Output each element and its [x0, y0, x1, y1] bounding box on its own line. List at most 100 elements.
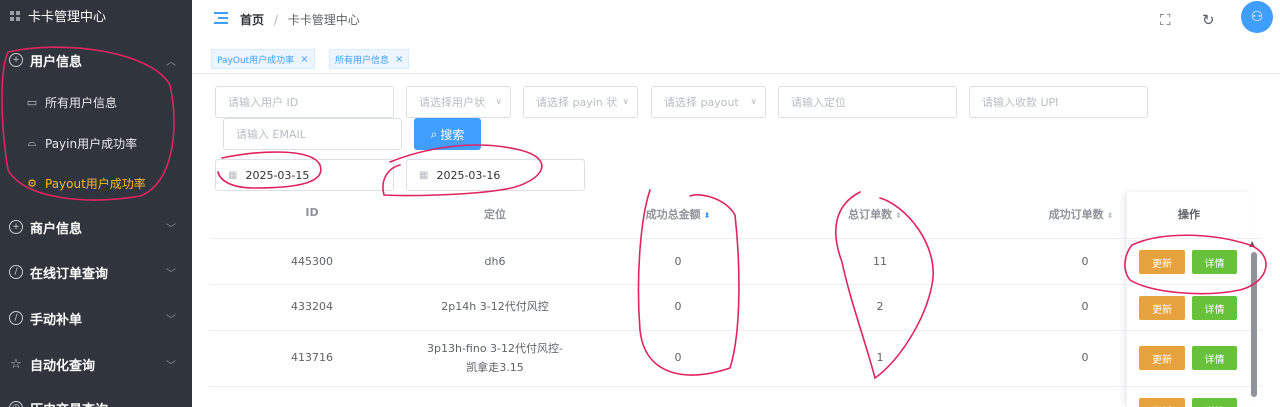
select-placeholder: 请选择 payout 状: [664, 96, 742, 109]
location-input[interactable]: 请输入定位: [778, 86, 957, 118]
plus-circle-icon: +: [9, 53, 23, 67]
sidebar-item-label: Payin用户成功率: [45, 136, 138, 151]
search-icon: ⌕: [430, 126, 438, 141]
top-header: 首页 / 卡卡管理中心 ⛶ ↻ ⚇: [192, 0, 1280, 40]
chevron-down-icon: ∨: [622, 97, 629, 107]
cell-location: 2p14h 3-12代付风控: [441, 300, 549, 313]
cell-location: 3p13h-fino 3-12代付风控-: [427, 342, 563, 355]
payout-status-select[interactable]: 请选择 payout 状 ∨: [651, 86, 766, 118]
close-icon[interactable]: ×: [300, 54, 308, 65]
app-root: 卡卡管理中心 + 用户信息 ︿ ▭ 所有用户信息 ⌓ Payin用户成功率 ⚙ …: [0, 0, 1280, 407]
col-header-amount[interactable]: 成功总金额 ⬍: [630, 206, 726, 222]
tab-payout-rate[interactable]: PayOut用户成功率 ×: [211, 49, 315, 69]
menu-history[interactable]: ◷ 历史交易查询: [0, 398, 192, 407]
tab-all-users[interactable]: 所有用户信息 ×: [329, 49, 410, 69]
sidebar-item-all-users[interactable]: ▭ 所有用户信息: [0, 92, 192, 112]
star-icon: ☆: [10, 356, 22, 372]
email-input[interactable]: 请输入 EMAIL: [223, 118, 402, 150]
col-header-actions: 操作: [1178, 208, 1200, 221]
row-divider: [210, 330, 1262, 331]
menu-manual-order[interactable]: ∕ 手动补单 ﹀: [0, 308, 192, 328]
menu-label: 用户信息: [30, 54, 83, 70]
chevron-down-icon: ﹀: [166, 360, 176, 372]
tag-bar: PayOut用户成功率 × 所有用户信息 ×: [192, 40, 1280, 74]
detail-button[interactable]: 详情: [1192, 346, 1237, 370]
cell-id: 433204: [291, 300, 333, 313]
sort-icon[interactable]: ⬍: [1107, 211, 1114, 220]
cell-orders: 11: [873, 255, 887, 268]
menu-auto-query[interactable]: ☆ 自动化查询 ﹀: [0, 354, 192, 374]
sidebar-item-payout-rate[interactable]: ⚙ Payout用户成功率: [0, 173, 192, 193]
chevron-up-icon: ︿: [166, 56, 176, 68]
chevron-down-icon: ﹀: [166, 223, 176, 235]
sidebar: 卡卡管理中心 + 用户信息 ︿ ▭ 所有用户信息 ⌓ Payin用户成功率 ⚙ …: [0, 0, 192, 407]
chevron-down-icon: ∨: [495, 97, 502, 107]
clock-icon: ◷: [9, 401, 23, 407]
chevron-down-icon: ﹀: [166, 314, 176, 326]
upi-input[interactable]: 请输入收款 UPI: [969, 86, 1148, 118]
gear-icon: ⚙: [27, 176, 37, 190]
fullscreen-icon[interactable]: ⛶: [1160, 11, 1171, 29]
detail-button[interactable]: 详情: [1192, 398, 1237, 407]
row-divider: [210, 238, 1262, 239]
cell-success: 0: [1081, 351, 1089, 364]
select-placeholder: 请选择 payin 状: [536, 96, 618, 109]
col-header-success[interactable]: 成功订单数 ⬍: [1038, 206, 1124, 222]
compass-icon: ∕: [9, 265, 23, 279]
update-button[interactable]: 更新: [1139, 250, 1185, 274]
breadcrumb-current: 卡卡管理中心: [287, 13, 360, 27]
select-placeholder: 请选择用户状: [419, 96, 485, 109]
tab-label: 所有用户信息: [335, 55, 390, 66]
menu-label: 在线订单查询: [30, 266, 109, 282]
col-header-orders[interactable]: 总订单数 ⬍: [832, 206, 918, 222]
breadcrumb-home[interactable]: 首页: [240, 13, 264, 27]
cell-success: 0: [1081, 255, 1089, 268]
chevron-down-icon: ∨: [750, 97, 757, 107]
compass-icon: ∕: [9, 311, 23, 325]
update-button[interactable]: 更新: [1139, 296, 1185, 320]
search-button[interactable]: ⌕ 搜索: [414, 118, 481, 150]
cell-id: 413716: [291, 351, 333, 364]
detail-button[interactable]: 详情: [1192, 250, 1237, 274]
menu-user-info[interactable]: + 用户信息 ︿: [0, 50, 192, 70]
breadcrumb: 首页 / 卡卡管理中心: [240, 11, 360, 28]
brand: 卡卡管理中心: [10, 6, 106, 25]
user-id-input[interactable]: 请输入用户 ID: [215, 86, 394, 118]
date-start-picker[interactable]: ▦ 2025-03-15: [215, 159, 394, 191]
date-start-value: 2025-03-15: [245, 168, 310, 182]
menu-label: 自动化查询: [30, 358, 96, 374]
menu-toggle-icon[interactable]: [214, 12, 228, 24]
menu-merchant-info[interactable]: + 商户信息 ﹀: [0, 217, 192, 237]
sort-icon[interactable]: ⬍: [704, 211, 711, 220]
cell-orders: 2: [876, 300, 884, 313]
update-button[interactable]: 更新: [1139, 398, 1185, 407]
col-header-id: ID: [305, 206, 319, 219]
detail-button[interactable]: 详情: [1192, 296, 1237, 320]
menu-label: 手动补单: [30, 312, 83, 328]
payin-status-select[interactable]: 请选择 payin 状 ∨: [523, 86, 638, 118]
scrollbar-thumb[interactable]: [1251, 252, 1257, 397]
sort-icon[interactable]: ⬍: [895, 211, 902, 220]
calendar-icon: ▦: [228, 169, 238, 181]
user-status-select[interactable]: 请选择用户状 ∨: [406, 86, 511, 118]
cell-amount: 0: [674, 351, 682, 364]
calendar-icon: ▦: [419, 169, 429, 181]
plus-circle-icon: +: [9, 220, 23, 234]
update-button[interactable]: 更新: [1139, 346, 1185, 370]
col-header-location: 定位: [484, 208, 506, 221]
menu-online-orders[interactable]: ∕ 在线订单查询 ﹀: [0, 262, 192, 282]
date-end-picker[interactable]: ▦ 2025-03-16: [406, 159, 585, 191]
refresh-icon[interactable]: ↻: [1202, 11, 1215, 29]
menu-label: 历史交易查询: [30, 399, 108, 407]
breadcrumb-separator: /: [273, 13, 278, 27]
brand-title: 卡卡管理中心: [28, 10, 107, 25]
chevron-down-icon: ﹀: [166, 268, 176, 280]
cell-location: dh6: [484, 255, 506, 268]
col-label: 成功总金额: [645, 208, 701, 221]
close-icon[interactable]: ×: [395, 54, 403, 65]
avatar[interactable]: ⚇: [1241, 1, 1273, 33]
sidebar-item-payin-rate[interactable]: ⌓ Payin用户成功率: [0, 133, 192, 153]
scroll-up-icon[interactable]: ▲: [1249, 239, 1255, 248]
grid-icon: [10, 10, 20, 21]
menu-label: 商户信息: [30, 221, 83, 237]
